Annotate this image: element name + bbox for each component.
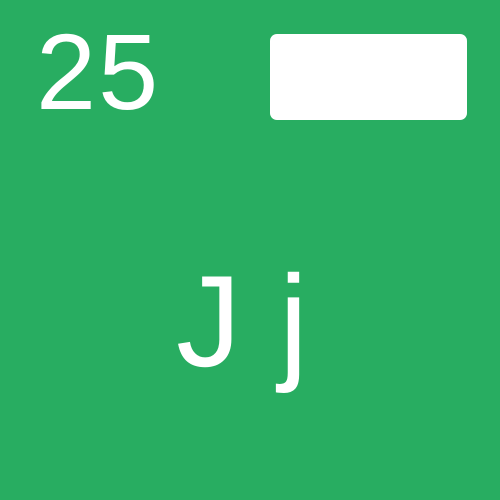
blank-label-box bbox=[270, 34, 467, 120]
card-number: 25 bbox=[36, 11, 161, 132]
letter-pair: Jj bbox=[176, 248, 346, 394]
flash-card: 25 Jj bbox=[0, 0, 500, 500]
